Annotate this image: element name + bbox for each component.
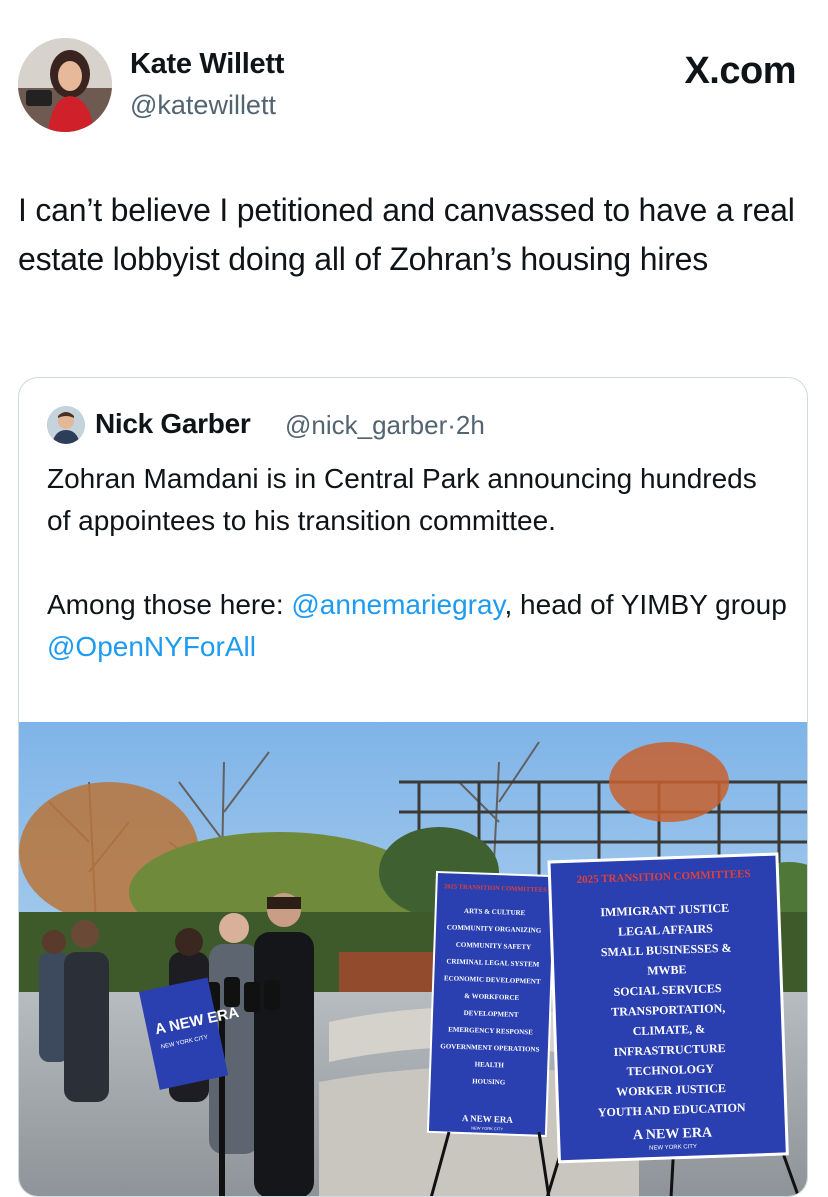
- quoted-meta: @nick_garber·2h: [285, 410, 485, 441]
- quoted-photo[interactable]: A NEW ERA NEW YORK CITY 2025 TRANSITION …: [19, 722, 808, 1197]
- author-handle[interactable]: @katewillett: [130, 90, 276, 121]
- quoted-paragraph-1: Zohran Mamdani is in Central Park announ…: [47, 463, 757, 536]
- quoted-timestamp[interactable]: 2h: [456, 410, 485, 440]
- quoted-author-name[interactable]: Nick Garber: [95, 408, 251, 440]
- quoted-author-handle[interactable]: @nick_garber: [285, 410, 447, 440]
- sign-right-footer: A NEW ERA: [633, 1125, 713, 1143]
- quoted-paragraph-2: Among those here: @annemariegray, head o…: [47, 584, 787, 668]
- quoted-tweet-card[interactable]: Nick Garber @nick_garber·2h Zohran Mamda…: [18, 377, 808, 1197]
- author-name[interactable]: Kate Willett: [130, 48, 284, 81]
- sign-item: MWBE: [647, 962, 687, 977]
- sign-left: 2025 TRANSITION COMMITTEES ARTS & CULTUR…: [426, 870, 556, 1137]
- sign-item: HEALTH: [475, 1060, 505, 1069]
- sign-right: 2025 TRANSITION COMMITTEES IMMIGRANT JUS…: [547, 852, 789, 1164]
- quoted-text: Zohran Mamdani is in Central Park announ…: [47, 458, 787, 668]
- quoted-author-avatar[interactable]: [47, 406, 85, 444]
- sign-left-footer: A NEW ERA: [462, 1113, 514, 1125]
- paragraph-2-middle: , head of YIMBY group: [504, 589, 787, 620]
- sign-item: CLIMATE, &: [632, 1022, 705, 1039]
- x-logo: X.com: [684, 50, 796, 92]
- meta-separator: ·: [447, 410, 456, 440]
- sign-item: HOUSING: [472, 1077, 506, 1086]
- mention-link-opennyforall[interactable]: @OpenNYForAll: [47, 631, 256, 662]
- tweet-text: I can’t believe I petitioned and canvass…: [18, 192, 795, 277]
- author-avatar[interactable]: [18, 38, 112, 132]
- mention-link-annemariegray[interactable]: @annemariegray: [291, 589, 504, 620]
- paragraph-2-prefix: Among those here:: [47, 589, 292, 620]
